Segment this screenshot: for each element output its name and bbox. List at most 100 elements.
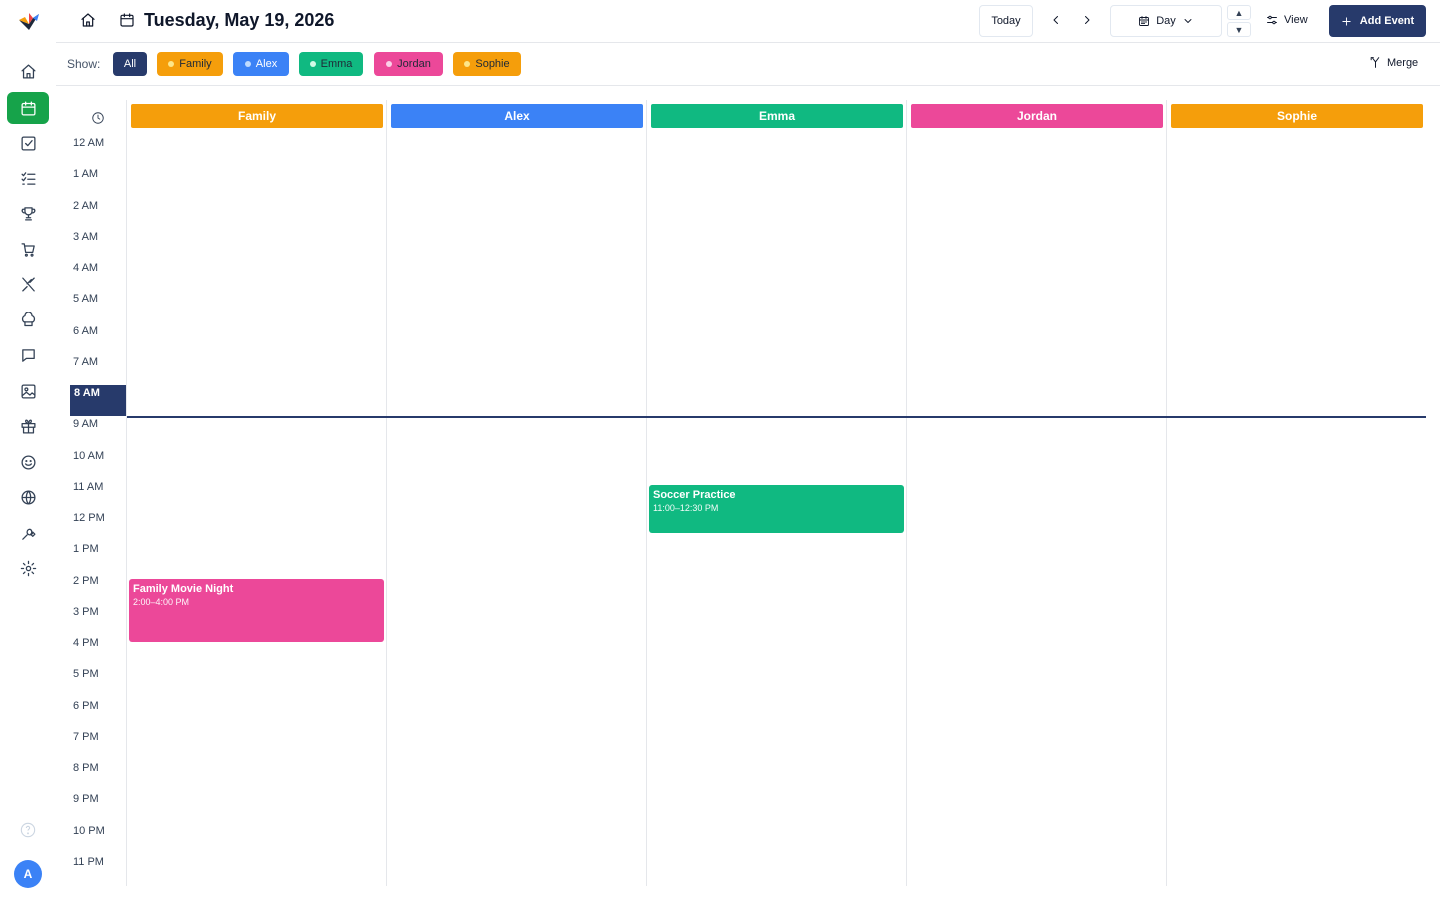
next-day-button[interactable] bbox=[1077, 10, 1097, 30]
current-time-line bbox=[127, 416, 1426, 419]
filter-chip-sophie[interactable]: Sophie bbox=[453, 52, 521, 76]
column-header-sophie[interactable]: Sophie bbox=[1171, 104, 1423, 128]
gift-icon bbox=[20, 418, 36, 434]
chevron-down-icon bbox=[1184, 19, 1192, 23]
filter-dot-icon bbox=[386, 61, 393, 67]
utensils-icon bbox=[21, 276, 35, 292]
hour-label: 2 AM bbox=[73, 199, 99, 212]
sidebar-item-chef-hat[interactable] bbox=[7, 304, 49, 336]
hour-label: 7 PM bbox=[73, 730, 99, 743]
clock-icon bbox=[91, 111, 105, 125]
step-down-button[interactable]: ▼ bbox=[1227, 22, 1251, 37]
column-header-family[interactable]: Family bbox=[131, 104, 383, 128]
trophy-icon bbox=[21, 206, 35, 221]
step-up-button[interactable]: ▲ bbox=[1227, 5, 1251, 20]
hour-label: 4 AM bbox=[73, 262, 99, 274]
view-mode-label: Day bbox=[1156, 15, 1176, 27]
sidebar-item-utensils[interactable] bbox=[7, 268, 49, 300]
column-divider bbox=[1166, 100, 1167, 886]
filter-dot-icon bbox=[244, 61, 251, 67]
sidebar-item-chat[interactable] bbox=[7, 339, 49, 371]
plus-icon bbox=[1342, 16, 1351, 26]
filter-dot-icon bbox=[464, 61, 471, 67]
hour-label: 2 PM bbox=[73, 574, 99, 587]
event-time: 11:00–12:30 PM bbox=[653, 502, 719, 513]
event-family-movie-night[interactable]: Family Movie Night 2:00–4:00 PM bbox=[129, 578, 384, 642]
event-title: Family Movie Night bbox=[133, 582, 234, 595]
calendar-icon bbox=[119, 12, 137, 30]
column-divider bbox=[646, 100, 647, 886]
sidebar-item-checklist[interactable] bbox=[7, 162, 49, 194]
hour-label: 3 AM bbox=[73, 230, 99, 243]
home-icon bbox=[20, 63, 36, 79]
event-title: Soccer Practice bbox=[653, 488, 736, 501]
add-event-button[interactable]: Add Event bbox=[1329, 5, 1426, 37]
filter-chip-label: Alex bbox=[255, 58, 278, 70]
view-options-button[interactable]: View bbox=[1266, 10, 1308, 30]
filter-dot-icon bbox=[309, 61, 316, 67]
prev-day-button[interactable] bbox=[1046, 10, 1066, 30]
filter-chip-emma[interactable]: Emma bbox=[299, 52, 363, 76]
wrench-icon bbox=[21, 528, 36, 540]
hour-label: 7 AM bbox=[73, 355, 99, 368]
add-event-label: Add Event bbox=[1359, 15, 1415, 27]
home-icon[interactable] bbox=[80, 12, 98, 30]
sidebar-item-calendar[interactable] bbox=[7, 92, 49, 124]
view-mode-select[interactable]: Day bbox=[1110, 5, 1222, 37]
event-soccer-practice[interactable]: Soccer Practice 11:00–12:30 PM bbox=[649, 484, 904, 533]
column-divider bbox=[126, 100, 127, 886]
hour-label: 12 PM bbox=[73, 512, 105, 524]
hour-label: 11 PM bbox=[73, 855, 104, 868]
today-button[interactable]: Today bbox=[979, 5, 1033, 37]
hour-label: 3 PM bbox=[73, 605, 99, 618]
help-icon[interactable] bbox=[20, 822, 36, 838]
filter-chip-label: Sophie bbox=[475, 58, 510, 70]
merge-button[interactable]: Merge bbox=[1369, 56, 1418, 69]
hour-label: 9 AM bbox=[73, 418, 99, 431]
hour-label: 5 PM bbox=[73, 668, 99, 681]
image-icon bbox=[20, 383, 36, 399]
sidebar-item-checkbox[interactable] bbox=[7, 127, 49, 159]
filter-chip-jordan[interactable]: Jordan bbox=[374, 52, 443, 76]
filter-dot-icon bbox=[168, 61, 175, 67]
sidebar-item-smiley[interactable] bbox=[7, 446, 49, 478]
hour-label: 4 PM bbox=[73, 637, 99, 649]
filter-chip-label: Jordan bbox=[397, 58, 431, 70]
sliders-icon bbox=[1267, 15, 1277, 25]
event-time: 2:00–4:00 PM bbox=[133, 596, 190, 607]
column-header-alex[interactable]: Alex bbox=[391, 104, 643, 128]
sidebar-item-wrench[interactable] bbox=[7, 517, 49, 549]
filter-chip-all[interactable]: All bbox=[113, 52, 147, 76]
sidebar-item-globe[interactable] bbox=[7, 481, 49, 513]
current-hour-label: 8 AM bbox=[70, 385, 126, 416]
column-header-emma[interactable]: Emma bbox=[651, 104, 903, 128]
sidebar-item-trophy[interactable] bbox=[7, 197, 49, 229]
smiley-icon bbox=[20, 454, 36, 470]
column-header-jordan[interactable]: Jordan bbox=[911, 104, 1163, 128]
calendar-icon bbox=[20, 100, 36, 116]
hour-label: 10 AM bbox=[73, 449, 105, 462]
hour-label: 12 AM bbox=[73, 137, 105, 149]
sidebar-item-settings[interactable] bbox=[7, 552, 49, 584]
calendar-day-grid: 12 AM 1 AM 2 AM 3 AM 4 AM 5 AM 6 AM 7 AM 8 AM 9 A… bbox=[56, 86, 1440, 886]
checkbox-icon bbox=[20, 135, 36, 151]
calendar-icon bbox=[1139, 16, 1150, 26]
avatar[interactable]: A bbox=[14, 860, 42, 888]
filter-chip-family[interactable]: Family bbox=[157, 52, 223, 76]
hour-label: 6 PM bbox=[73, 699, 99, 712]
filter-chip-alex[interactable]: Alex bbox=[233, 52, 289, 76]
page-title: Tuesday, May 19, 2026 bbox=[144, 10, 335, 30]
sidebar-item-image[interactable] bbox=[7, 375, 49, 407]
checklist-icon bbox=[20, 171, 36, 185]
view-options-label: View bbox=[1284, 14, 1308, 26]
chevron-right-icon bbox=[1085, 16, 1090, 24]
chat-icon bbox=[21, 348, 35, 362]
top-header: Tuesday, May 19, 2026 Today Day ▲ ▼ View… bbox=[56, 0, 1440, 43]
sidebar-item-gift[interactable] bbox=[7, 410, 49, 442]
app-logo-icon[interactable] bbox=[17, 10, 41, 32]
cart-icon bbox=[20, 242, 35, 257]
sidebar-item-cart[interactable] bbox=[7, 233, 49, 265]
filter-chip-label: Emma bbox=[320, 58, 353, 70]
sidebar-item-home[interactable] bbox=[7, 55, 49, 87]
hour-label: 9 PM bbox=[73, 793, 99, 806]
